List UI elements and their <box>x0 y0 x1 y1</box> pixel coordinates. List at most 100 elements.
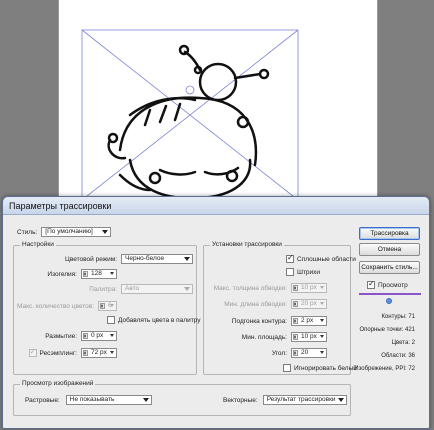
style-label: Стиль: <box>17 228 38 236</box>
corner-angle-row: Угол: 20 <box>203 348 327 358</box>
stepper-icon[interactable] <box>83 271 88 277</box>
raster-row: Растровые: Не показывать <box>25 395 152 405</box>
vector-row: Векторные: Результат трассировки <box>223 395 347 405</box>
chevron-down-icon[interactable] <box>320 335 324 338</box>
chevron-down-icon[interactable] <box>320 319 324 322</box>
vector-select[interactable]: Результат трассировки <box>262 395 347 405</box>
chevron-down-icon[interactable] <box>320 351 324 354</box>
fills-label: Сплошные области <box>297 255 356 263</box>
blur-value: 0 px <box>91 332 104 339</box>
fills-row[interactable]: Сплошные области <box>286 253 356 263</box>
stat-areas: Области: 36 <box>381 353 415 359</box>
stat-ppi: Изобрежение, PPI: 72 <box>354 366 415 372</box>
fills-checkbox[interactable] <box>286 253 294 263</box>
min-stroke-value: 20 px <box>301 300 317 307</box>
chevron-down-icon <box>337 398 344 402</box>
color-mode-select[interactable]: Черно-белое <box>121 254 193 264</box>
stepper-icon[interactable] <box>100 303 106 309</box>
stepper-icon[interactable] <box>293 318 298 324</box>
chevron-down-icon <box>184 257 190 261</box>
style-select-value: [По умолчанию] <box>45 228 93 235</box>
min-stroke-row: Мин. длина обводки: 20 px <box>203 299 327 309</box>
ignore-white-row[interactable]: Игнорировать белый <box>283 364 357 372</box>
raster-select[interactable]: Не показывать <box>65 395 152 405</box>
chevron-down-icon[interactable] <box>320 302 324 305</box>
style-select[interactable]: [По умолчанию] <box>41 227 112 237</box>
ignore-white-checkbox[interactable] <box>283 364 291 372</box>
stepper-icon[interactable] <box>293 350 298 356</box>
raster-label: Растровые: <box>25 396 60 404</box>
path-fitting-field[interactable]: 2 px <box>291 316 327 326</box>
cancel-button[interactable]: Отмена <box>359 243 420 256</box>
chevron-down-icon <box>142 398 149 402</box>
min-area-label: Мин. площадь: <box>241 333 287 341</box>
style-row: Стиль: [По умолчанию] <box>17 227 112 237</box>
color-mode-row: Цветовой режим: Черно-белое <box>17 254 193 264</box>
blur-field[interactable]: 0 px <box>81 331 117 341</box>
resample-row: Ресэмплинг: 72 px <box>17 347 117 358</box>
chevron-down-icon[interactable] <box>110 272 114 275</box>
chevron-down-icon[interactable] <box>110 334 114 337</box>
resample-checkbox[interactable] <box>28 347 37 357</box>
corner-angle-value: 20 <box>301 349 309 356</box>
stepper-icon[interactable] <box>293 285 298 291</box>
blur-row: Размытие: 0 px <box>17 331 117 341</box>
traced-artwork <box>81 29 299 200</box>
chevron-down-icon[interactable] <box>110 351 114 354</box>
threshold-row: Изогелия: 128 <box>17 269 117 279</box>
ignore-white-label: Игнорировать белый <box>294 364 357 372</box>
max-stroke-field[interactable]: 10 px <box>291 283 327 293</box>
path-fitting-row: Подгонка контура: 2 px <box>203 316 327 326</box>
corner-angle-field[interactable]: 20 <box>291 348 327 358</box>
color-mode-value: Черно-белое <box>125 255 165 262</box>
stepper-icon[interactable] <box>293 334 298 340</box>
min-stroke-field[interactable]: 20 px <box>291 299 327 309</box>
trace-button[interactable]: Трассировка <box>359 227 420 240</box>
preview-row[interactable]: Просмотр <box>367 279 408 289</box>
max-colors-row: Макс. количество цветов: 6 <box>17 301 117 311</box>
add-swatches-checkbox[interactable] <box>107 316 115 324</box>
palette-select[interactable]: Авто <box>121 284 193 294</box>
dialog-title: Параметры трассировки <box>3 197 429 215</box>
max-colors-field[interactable]: 6 <box>98 301 117 311</box>
min-area-field[interactable]: 10 px <box>291 332 327 342</box>
chevron-down-icon <box>184 287 190 291</box>
max-stroke-label: Макс. толщина обводки: <box>213 284 287 292</box>
strokes-checkbox[interactable] <box>286 268 294 276</box>
min-stroke-label: Мин. длина обводки: <box>224 300 287 308</box>
stepper-icon[interactable] <box>83 350 88 356</box>
resample-value: 72 px <box>91 349 107 356</box>
color-mode-label: Цветовой режим: <box>65 255 117 263</box>
stat-colors: Цвета: 2 <box>391 340 415 346</box>
preview-divider <box>359 293 421 295</box>
vector-value: Результат трассировки <box>266 396 336 403</box>
cartoon-drawing <box>107 44 270 200</box>
min-area-row: Мин. площадь: 10 px <box>203 332 327 342</box>
strokes-label: Штрихи <box>297 268 321 276</box>
stepper-icon[interactable] <box>83 333 88 339</box>
add-swatches-row[interactable]: Добавлять цвета в палитру <box>107 316 200 324</box>
save-preset-button[interactable]: Сохранить стиль... <box>359 261 420 274</box>
chevron-down-icon <box>102 230 109 234</box>
chevron-down-icon[interactable] <box>110 304 114 307</box>
strokes-row[interactable]: Штрихи <box>286 268 320 276</box>
palette-label: Палитра: <box>89 285 117 293</box>
threshold-label: Изогелия: <box>47 270 77 278</box>
resample-field[interactable]: 72 px <box>81 348 117 358</box>
view-group-title: Просмотр изображений <box>20 380 96 387</box>
tracing-options-dialog: Параметры трассировки Стиль: [По умолчан… <box>2 196 430 429</box>
palette-row: Палитра: Авто <box>17 284 193 294</box>
raster-value: Не показывать <box>69 396 115 403</box>
preview-checkbox[interactable] <box>367 279 375 289</box>
corner-angle-label: Угол: <box>271 349 287 357</box>
chevron-down-icon[interactable] <box>320 286 324 289</box>
threshold-field[interactable]: 128 <box>81 269 117 279</box>
path-fitting-value: 2 px <box>301 317 314 324</box>
info-icon <box>386 298 392 304</box>
stat-paths: Контуры: 71 <box>381 314 415 320</box>
palette-value: Авто <box>125 285 140 292</box>
settings-group-title: Настройки <box>20 241 56 248</box>
preview-label: Просмотр <box>378 281 408 289</box>
max-colors-label: Макс. количество цветов: <box>17 302 95 310</box>
stepper-icon[interactable] <box>293 301 298 307</box>
